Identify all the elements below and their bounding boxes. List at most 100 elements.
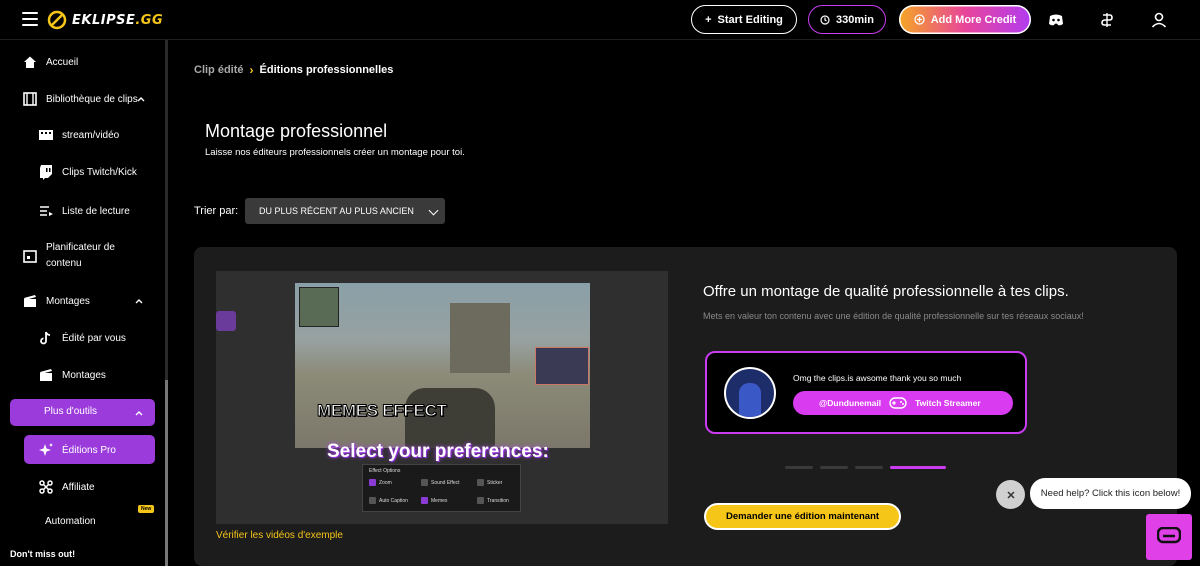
sidebar-item-accueil[interactable]: Accueil xyxy=(22,54,182,70)
close-icon xyxy=(1006,490,1015,499)
sidebar-item-label: Bibliothèque de clips xyxy=(46,93,138,105)
effect-options-box: Effect Options Zoom Sound Effect Sticker… xyxy=(362,464,521,512)
breadcrumb-parent[interactable]: Clip édité xyxy=(194,64,244,76)
example-videos-link[interactable]: Vérifier les vidéos d'exemple xyxy=(216,530,343,541)
add-credit-label: Add More Credit xyxy=(930,13,1017,26)
sidebar-item-label: Planificateur de contenu xyxy=(46,242,115,269)
carousel-dot[interactable] xyxy=(820,466,848,469)
chat-icon xyxy=(1157,527,1181,544)
video-ui-panel xyxy=(216,311,236,331)
effect-option: Transition xyxy=(477,497,509,504)
streamer-role: Twitch Streamer xyxy=(915,398,981,408)
carousel-dot[interactable] xyxy=(855,466,883,469)
gamepad-icon xyxy=(889,397,907,409)
sort-select[interactable]: DU PLUS RÉCENT AU PLUS ANCIEN xyxy=(245,198,445,224)
sidebar-item-label: Édité par vous xyxy=(62,332,126,344)
sparkle-icon xyxy=(38,442,54,458)
minimap xyxy=(299,287,339,327)
chevron-down-icon xyxy=(428,205,439,216)
eklipse-logo-icon xyxy=(47,10,67,30)
logo-text: EKLIPSE.GG xyxy=(72,12,164,28)
sidebar-item-clips-twitch[interactable]: Clips Twitch/Kick xyxy=(38,164,198,180)
credit-icon xyxy=(914,14,925,25)
breadcrumb: Clip édité › Éditions professionnelles xyxy=(194,63,393,77)
sidebar-item-stream-video[interactable]: stream/vidéo xyxy=(38,127,198,143)
dont-miss-label: Don't miss out! xyxy=(10,549,76,559)
effect-option: Auto Caption xyxy=(369,497,408,504)
sidebar-item-editions-pro[interactable]: Éditions Pro xyxy=(38,442,198,458)
sidebar-item-label: Montages xyxy=(46,295,90,307)
sidebar-item-playlist[interactable]: Liste de lecture xyxy=(38,203,198,219)
sidebar-item-automation[interactable]: Automation xyxy=(45,516,205,527)
film-icon xyxy=(22,91,38,107)
carousel-dots xyxy=(785,466,946,469)
minutes-label: 330min xyxy=(836,13,874,26)
clock-icon xyxy=(820,14,830,25)
sort-value: DU PLUS RÉCENT AU PLUS ANCIEN xyxy=(259,206,414,216)
home-icon xyxy=(22,54,38,70)
sidebar-item-planificateur[interactable]: Planificateur de contenu xyxy=(22,240,142,272)
tiktok-icon xyxy=(38,330,54,346)
sidebar-item-label: Clips Twitch/Kick xyxy=(62,166,137,178)
facecam xyxy=(535,347,589,385)
page-title: Montage professionnel xyxy=(205,121,388,141)
sidebar-item-montages[interactable]: Montages xyxy=(22,293,182,309)
hamburger-menu-icon[interactable] xyxy=(22,12,38,26)
close-help-button[interactable] xyxy=(996,480,1025,509)
start-editing-label: Start Editing xyxy=(717,13,783,26)
chevron-up-icon[interactable] xyxy=(134,296,144,306)
streamer-badge: @Dundunemail Twitch Streamer xyxy=(793,391,1013,415)
building-shape xyxy=(450,303,510,373)
plus-icon: + xyxy=(705,13,712,26)
offer-description: Mets en valeur ton contenu avec une édit… xyxy=(703,311,1084,321)
chat-button[interactable] xyxy=(1146,514,1192,560)
playlist-icon xyxy=(38,203,54,219)
sidebar-item-label: stream/vidéo xyxy=(62,129,120,141)
add-credit-button[interactable]: Add More Credit xyxy=(899,5,1031,34)
start-editing-button[interactable]: + Start Editing xyxy=(691,5,797,34)
effect-option: Sticker xyxy=(477,479,502,486)
effect-options-title: Effect Options xyxy=(369,468,401,474)
testimonial-quote: Omg the clips.is awsome thank you so muc… xyxy=(793,373,962,383)
sidebar-item-affiliate[interactable]: Affiliate xyxy=(38,479,198,495)
top-bar: EKLIPSE.GG + Start Editing 330min Add Mo… xyxy=(0,0,1200,40)
chevron-up-icon[interactable] xyxy=(134,408,144,418)
sidebar-item-label: Liste de lecture xyxy=(62,205,130,217)
minutes-balance-button[interactable]: 330min xyxy=(808,5,886,34)
sidebar: Accueil Bibliothèque de clips stream/vid… xyxy=(0,40,168,566)
memes-effect-text: MEMES EFFECT xyxy=(317,401,448,421)
help-bubble[interactable]: Need help? Click this icon below! xyxy=(1030,478,1191,509)
sidebar-item-label: Affiliate xyxy=(62,481,95,493)
sidebar-item-label: Plus d'outils xyxy=(44,406,98,417)
effect-option: Zoom xyxy=(369,479,392,486)
discord-icon[interactable] xyxy=(1047,11,1065,29)
sidebar-item-label: Montages xyxy=(62,369,106,381)
example-video[interactable]: MEMES EFFECT Select your preferences: Ef… xyxy=(216,271,668,524)
streamer-handle: @Dundunemail xyxy=(819,398,882,408)
sidebar-item-label: Automation xyxy=(45,516,96,527)
sidebar-item-edite-par-vous[interactable]: Édité par vous xyxy=(38,330,198,346)
chevron-up-icon[interactable] xyxy=(136,94,146,104)
clapper-icon xyxy=(22,293,38,309)
gameplay-frame xyxy=(295,283,590,448)
page-subtitle: Laisse nos éditeurs professionnels créer… xyxy=(205,147,465,158)
breadcrumb-current: Éditions professionnelles xyxy=(259,64,394,76)
sort-label: Trier par: xyxy=(194,205,239,217)
logo[interactable]: EKLIPSE.GG xyxy=(46,9,163,31)
request-edit-button[interactable]: Demander une édition maintenant xyxy=(704,503,901,530)
clapper-icon xyxy=(38,367,54,383)
sidebar-item-montages-sub[interactable]: Montages xyxy=(38,367,198,383)
select-preferences-text: Select your preferences: xyxy=(327,441,549,462)
sidebar-item-plus-outils[interactable]: Plus d'outils xyxy=(44,406,204,417)
twitch-icon xyxy=(38,164,54,180)
video-strip-icon xyxy=(38,127,54,143)
sidebar-item-bibliotheque[interactable]: Bibliothèque de clips xyxy=(22,91,182,107)
referral-icon[interactable] xyxy=(1098,11,1116,29)
new-badge: New xyxy=(138,505,155,513)
user-profile-icon[interactable] xyxy=(1150,11,1168,29)
carousel-dot[interactable] xyxy=(785,466,813,469)
sidebar-item-label: Éditions Pro xyxy=(62,444,116,456)
carousel-dot-active[interactable] xyxy=(890,466,946,469)
sidebar-item-label: Accueil xyxy=(46,56,79,68)
calendar-icon xyxy=(22,248,38,264)
